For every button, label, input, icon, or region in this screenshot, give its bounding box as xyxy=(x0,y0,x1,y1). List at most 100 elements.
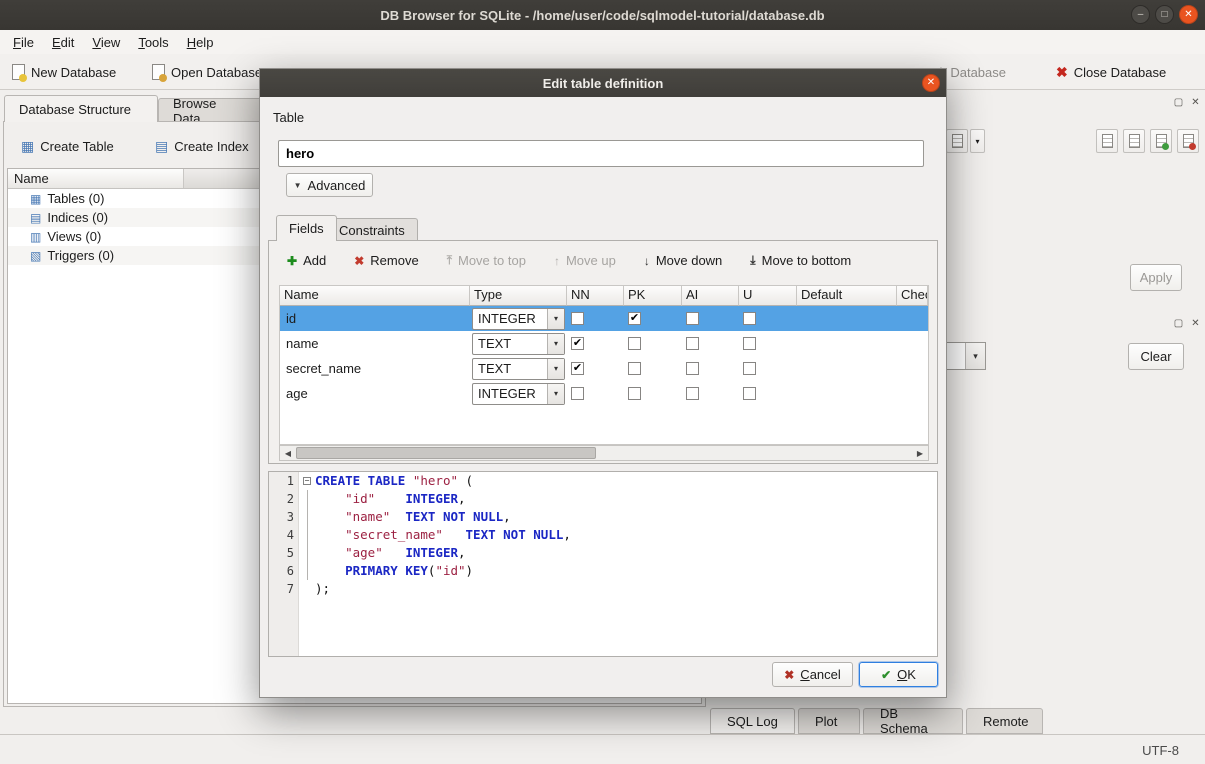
menu-view[interactable]: View xyxy=(83,33,129,52)
nn-checkbox[interactable]: ✔ xyxy=(571,337,584,350)
add-field-button[interactable]: ✚ Add xyxy=(277,249,336,272)
move-down-button[interactable]: ↓ Move down xyxy=(634,249,732,272)
horizontal-scrollbar[interactable]: ◀ ▶ xyxy=(279,445,929,461)
chevron-down-icon[interactable]: ▾ xyxy=(547,359,564,379)
ok-button[interactable]: ✔ OK xyxy=(859,662,938,687)
maximize-button[interactable]: □ xyxy=(1155,5,1174,24)
pk-checkbox[interactable]: ✔ xyxy=(628,312,641,325)
remove-field-button[interactable]: ✖ Remove xyxy=(344,249,428,272)
minimize-button[interactable]: – xyxy=(1131,5,1150,24)
close-database-icon: ✖ xyxy=(1056,64,1068,81)
cell-clear-button[interactable] xyxy=(1177,129,1199,153)
ai-checkbox[interactable] xyxy=(686,362,699,375)
dock-float-icon[interactable]: ▢ xyxy=(1172,97,1185,110)
chevron-down-icon[interactable]: ▾ xyxy=(547,334,564,354)
u-checkbox[interactable] xyxy=(743,362,756,375)
field-type-combobox[interactable]: INTEGER ▾ xyxy=(472,308,565,330)
u-checkbox[interactable] xyxy=(743,387,756,400)
fold-collapse-icon[interactable]: − xyxy=(303,477,311,485)
field-type-combobox[interactable]: TEXT ▾ xyxy=(472,358,565,380)
field-row-age[interactable]: age INTEGER ▾ xyxy=(280,381,928,406)
column-header-ai[interactable]: AI xyxy=(682,286,739,306)
pk-checkbox[interactable] xyxy=(628,387,641,400)
dock-close-icon[interactable]: ✕ xyxy=(1189,97,1202,110)
move-up-button[interactable]: ↑ Move up xyxy=(544,249,626,272)
apply-button[interactable]: Apply xyxy=(1130,264,1182,291)
column-header-pk[interactable]: PK xyxy=(624,286,682,306)
pk-checkbox[interactable] xyxy=(628,337,641,350)
menu-help[interactable]: Help xyxy=(178,33,223,52)
table-label: Table xyxy=(273,110,304,125)
ai-checkbox[interactable] xyxy=(686,387,699,400)
move-to-top-button[interactable]: ⤒ Move to top xyxy=(437,249,536,272)
create-table-button[interactable]: ▦ Create Table xyxy=(13,133,122,159)
u-checkbox[interactable] xyxy=(743,312,756,325)
filter-combobox[interactable]: ▾ xyxy=(946,342,986,370)
encoding-indicator[interactable]: UTF-8 xyxy=(1142,743,1179,758)
scroll-left-icon[interactable]: ◀ xyxy=(280,446,296,460)
scroll-right-icon[interactable]: ▶ xyxy=(912,446,928,460)
dock-float-icon[interactable]: ▢ xyxy=(1172,318,1185,331)
column-header-check[interactable]: Check xyxy=(897,286,928,306)
tab-fields[interactable]: Fields xyxy=(276,215,337,241)
chevron-down-icon[interactable]: ▾ xyxy=(547,384,564,404)
column-header-nn[interactable]: NN xyxy=(567,286,624,306)
u-checkbox[interactable] xyxy=(743,337,756,350)
ai-checkbox[interactable] xyxy=(686,312,699,325)
bottom-tab-plot[interactable]: Plot xyxy=(798,708,860,734)
clear-button[interactable]: Clear xyxy=(1128,343,1184,370)
column-header-u[interactable]: U xyxy=(739,286,797,306)
field-name-cell[interactable]: age xyxy=(280,386,470,401)
close-database-button[interactable]: ✖ Close Database xyxy=(1050,59,1172,85)
bottom-tab-sql-log[interactable]: SQL Log xyxy=(710,708,795,734)
dock-close-icon[interactable]: ✕ xyxy=(1189,318,1202,331)
column-header-name[interactable]: Name xyxy=(280,286,470,306)
ai-checkbox[interactable] xyxy=(686,337,699,350)
create-index-button[interactable]: ▤ Create Index xyxy=(147,133,257,159)
tab-constraints[interactable]: Constraints xyxy=(326,218,418,241)
fields-table-header[interactable]: NameTypeNNPKAIUDefaultCheck xyxy=(280,286,928,306)
field-name-cell[interactable]: secret_name xyxy=(280,361,470,376)
bottom-tab-db-schema[interactable]: DB Schema xyxy=(863,708,963,734)
field-name-cell[interactable]: name xyxy=(280,336,470,351)
tree-header-name[interactable]: Name xyxy=(8,169,184,188)
cell-export-button[interactable] xyxy=(1123,129,1145,153)
tab-browse-data[interactable]: Browse Data xyxy=(158,98,262,122)
field-row-id[interactable]: id INTEGER ▾ ✔ xyxy=(280,306,928,331)
menu-file[interactable]: File xyxy=(4,33,43,52)
field-row-secret_name[interactable]: secret_name TEXT ▾ ✔ xyxy=(280,356,928,381)
cell-editor-mode-dropdown[interactable]: ▾ xyxy=(970,129,985,153)
advanced-toggle-button[interactable]: ▼ Advanced xyxy=(286,173,373,197)
column-header-default[interactable]: Default xyxy=(797,286,897,306)
scrollbar-thumb[interactable] xyxy=(296,447,596,459)
table-name-input[interactable] xyxy=(278,140,924,167)
tab-database-structure[interactable]: Database Structure xyxy=(4,95,158,122)
nn-checkbox[interactable] xyxy=(571,312,584,325)
sql-preview[interactable]: 1 − CREATE TABLE "hero" ( 2 "id" INTEGER… xyxy=(268,471,938,657)
field-type-combobox[interactable]: INTEGER ▾ xyxy=(472,383,565,405)
bottom-tab-remote[interactable]: Remote xyxy=(966,708,1043,734)
scrollbar-track[interactable] xyxy=(296,446,912,460)
column-header-type[interactable]: Type xyxy=(470,286,567,306)
cell-import-button[interactable] xyxy=(1096,129,1118,153)
cell-editor-mode-button[interactable] xyxy=(946,129,968,153)
dialog-close-button[interactable]: ✕ xyxy=(922,74,940,92)
menu-edit[interactable]: Edit xyxy=(43,33,83,52)
open-database-button[interactable]: Open Database xyxy=(146,59,268,85)
clear-cell-icon xyxy=(1183,134,1194,148)
chevron-down-icon[interactable]: ▾ xyxy=(547,309,564,329)
nn-checkbox[interactable]: ✔ xyxy=(571,362,584,375)
cell-save-button[interactable] xyxy=(1150,129,1172,153)
move-to-bottom-button[interactable]: ⤓ Move to bottom xyxy=(740,249,861,272)
cancel-button[interactable]: ✖ Cancel xyxy=(772,662,853,687)
nn-checkbox[interactable] xyxy=(571,387,584,400)
close-button[interactable]: ✕ xyxy=(1179,5,1198,24)
field-type-combobox[interactable]: TEXT ▾ xyxy=(472,333,565,355)
window-titlebar[interactable]: DB Browser for SQLite - /home/user/code/… xyxy=(0,0,1205,30)
dialog-titlebar[interactable]: Edit table definition ✕ xyxy=(260,69,946,97)
new-database-button[interactable]: New Database xyxy=(6,59,122,85)
pk-checkbox[interactable] xyxy=(628,362,641,375)
field-name-cell[interactable]: id xyxy=(280,311,470,326)
menu-tools[interactable]: Tools xyxy=(129,33,177,52)
field-row-name[interactable]: name TEXT ▾ ✔ xyxy=(280,331,928,356)
